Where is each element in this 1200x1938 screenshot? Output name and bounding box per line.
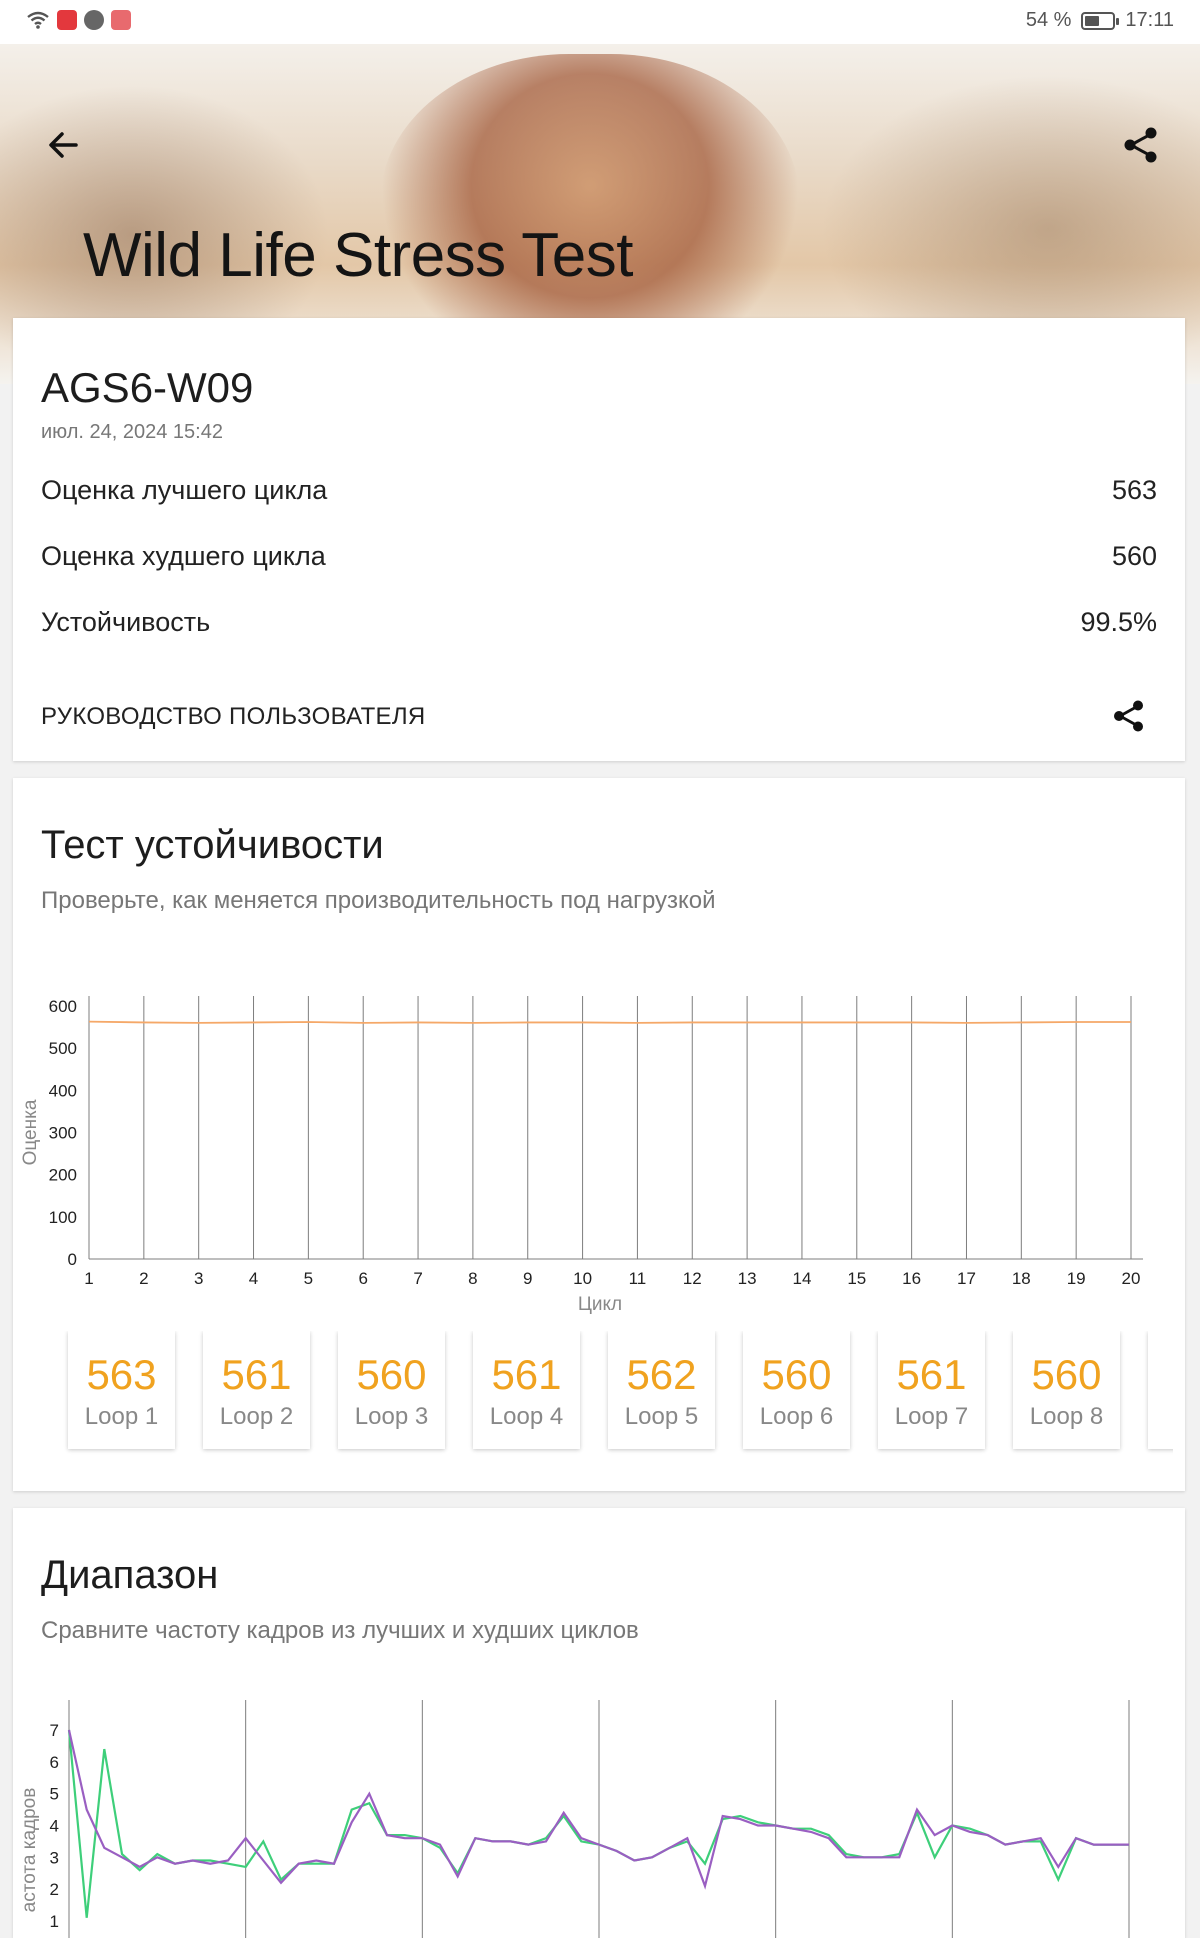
loop-score: 560 <box>356 1351 427 1398</box>
x-axis-title: Цикл <box>578 1294 622 1315</box>
stability-row: Устойчивость 99.5% <box>41 607 1157 643</box>
stability-card: Тест устойчивости Проверьте, как меняетс… <box>13 778 1185 1491</box>
y-tick-label: 0 <box>68 1250 77 1269</box>
x-tick-label: 15 <box>847 1269 866 1288</box>
y-axis-title: астота кадров <box>19 1788 40 1913</box>
stability-chart: 0100200300400500600 1 2 3 4 5 6 7 8 9 10 11 12 13 14 1… <box>20 996 1143 1315</box>
loop-score: 561 <box>491 1351 562 1398</box>
stability-value: 99.5% <box>1080 607 1157 637</box>
y-tick-label: 3 <box>50 1848 59 1867</box>
loop-label: Loop 1 <box>84 1403 159 1430</box>
loop-tile[interactable]: 560 Loop 3 <box>338 1331 445 1449</box>
loop-tile[interactable]: 561 Loop 2 <box>203 1331 310 1449</box>
x-tick-label: 19 <box>1067 1269 1086 1288</box>
app-icon <box>111 10 131 30</box>
status-icons <box>26 10 131 30</box>
x-tick-label: 17 <box>957 1269 976 1288</box>
best-loop-value: 563 <box>1111 475 1157 505</box>
y-axis-title: Оценка <box>20 1099 41 1165</box>
loop-tile[interactable]: 560 Loop 6 <box>743 1331 850 1449</box>
test-datetime: июл. 24, 2024 15:42 <box>41 421 223 443</box>
app-icon <box>84 10 104 30</box>
x-tick-label: 13 <box>738 1269 757 1288</box>
battery-icon <box>1081 11 1120 30</box>
loop-label: Loop 4 <box>489 1403 564 1430</box>
y-tick-label: 1 <box>50 1912 59 1931</box>
loop-tile[interactable]: 563 Loop 1 <box>68 1331 175 1449</box>
y-tick-label: 5 <box>50 1785 59 1804</box>
loop-score: 563 <box>86 1351 157 1398</box>
x-tick-label: 10 <box>573 1269 592 1288</box>
x-tick-label: 12 <box>683 1269 702 1288</box>
x-tick-label: 7 <box>413 1269 422 1288</box>
loop-score: 5 <box>1148 1351 1173 1399</box>
x-tick-label: 4 <box>249 1269 258 1288</box>
loop-label: Loop 5 <box>624 1403 699 1430</box>
y-tick-label: 200 <box>49 1166 77 1185</box>
worst-loop-row: Оценка худшего цикла 560 <box>41 541 1157 577</box>
clock: 17:11 <box>1125 9 1174 31</box>
y-tick-label: 400 <box>49 1081 77 1100</box>
best-loop-label: Оценка лучшего цикла <box>41 475 328 505</box>
range-chart: 1 2 3 4 5 6 7 астота кадров <box>19 1700 1130 1938</box>
loop-scores-strip[interactable]: 563 Loop 1 561 Loop 2 560 Loop 3 561 Loop 4 562 L… <box>53 1331 1173 1456</box>
loop-tile[interactable]: 562 Loop 5 <box>608 1331 715 1449</box>
loop-label: Loop 8 <box>1029 1403 1104 1430</box>
loop-score: 561 <box>896 1351 967 1398</box>
x-tick-label: 14 <box>792 1269 811 1288</box>
loop-tile[interactable]: 5L <box>1148 1331 1173 1449</box>
range-card: Диапазон Сравните частоту кадров из лучш… <box>13 1508 1185 1938</box>
x-tick-label: 6 <box>358 1269 367 1288</box>
device-name: AGS6-W09 <box>41 364 254 411</box>
loop-score: 560 <box>761 1351 832 1398</box>
y-tick-label: 2 <box>50 1880 59 1899</box>
loop-label: Loop 3 <box>354 1403 429 1430</box>
worst-loop-label: Оценка худшего цикла <box>41 541 326 571</box>
app-icon <box>57 10 77 30</box>
x-tick-label: 18 <box>1012 1269 1031 1288</box>
x-tick-label: 11 <box>629 1269 647 1288</box>
x-tick-label: 1 <box>84 1269 93 1288</box>
loop-label: Loop 2 <box>219 1403 294 1430</box>
y-tick-label: 4 <box>50 1817 59 1836</box>
loop-tile[interactable]: 560 Loop 8 <box>1013 1331 1120 1449</box>
share-icon[interactable] <box>1118 122 1164 168</box>
loop-score: 562 <box>626 1351 697 1398</box>
x-tick-label: 9 <box>523 1269 532 1288</box>
loop-score: 561 <box>221 1351 292 1398</box>
loop-label: Loop 7 <box>894 1403 969 1430</box>
loop-tile[interactable]: 561 Loop 7 <box>878 1331 985 1449</box>
loop-label: L <box>1148 1403 1173 1431</box>
x-tick-label: 5 <box>304 1269 313 1288</box>
share-icon[interactable] <box>1109 696 1149 736</box>
wifi-icon <box>27 11 49 29</box>
x-tick-label: 20 <box>1122 1269 1141 1288</box>
y-tick-label: 300 <box>49 1124 77 1143</box>
x-tick-label: 3 <box>194 1269 203 1288</box>
y-tick-label: 100 <box>49 1208 77 1227</box>
result-card: AGS6-W09 июл. 24, 2024 15:42 Оценка лучш… <box>13 318 1185 761</box>
x-tick-label: 2 <box>139 1269 148 1288</box>
battery-percent: 54 % <box>1025 9 1072 31</box>
stability-line <box>88 1020 1131 1024</box>
y-tick-label: 7 <box>50 1721 59 1740</box>
user-guide-link[interactable]: РУКОВОДСТВО ПОЛЬЗОВАТЕЛЯ <box>41 703 426 731</box>
x-tick-label: 16 <box>902 1269 921 1288</box>
best-loop-row: Оценка лучшего цикла 563 <box>41 475 1157 511</box>
y-tick-label: 600 <box>49 997 77 1016</box>
y-tick-label: 6 <box>50 1753 59 1772</box>
stability-label: Устойчивость <box>41 607 211 637</box>
loop-tile[interactable]: 561 Loop 4 <box>473 1331 580 1449</box>
loop-label: Loop 6 <box>759 1403 834 1430</box>
worst-loop-value: 560 <box>1111 541 1157 571</box>
y-tick-label: 500 <box>49 1039 77 1058</box>
x-tick-label: 8 <box>468 1269 477 1288</box>
loop-score: 560 <box>1031 1351 1102 1398</box>
page-title: Wild Life Stress Test <box>83 221 633 290</box>
arrow-left-icon[interactable] <box>40 122 86 168</box>
status-bar: 54 % 17:11 <box>0 0 1200 44</box>
